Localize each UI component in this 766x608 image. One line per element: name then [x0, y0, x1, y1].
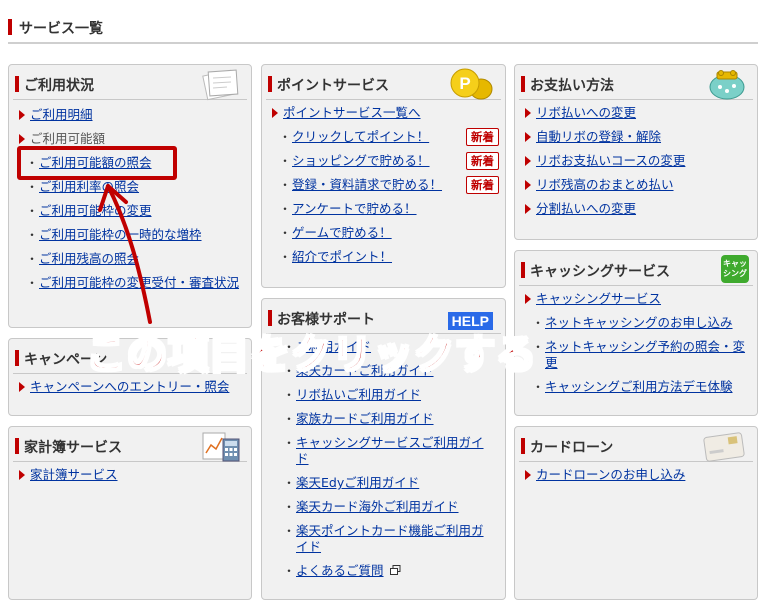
- annotation-arrow-icon: [98, 184, 152, 324]
- annotation-text: この項目をクリックする: [85, 331, 537, 379]
